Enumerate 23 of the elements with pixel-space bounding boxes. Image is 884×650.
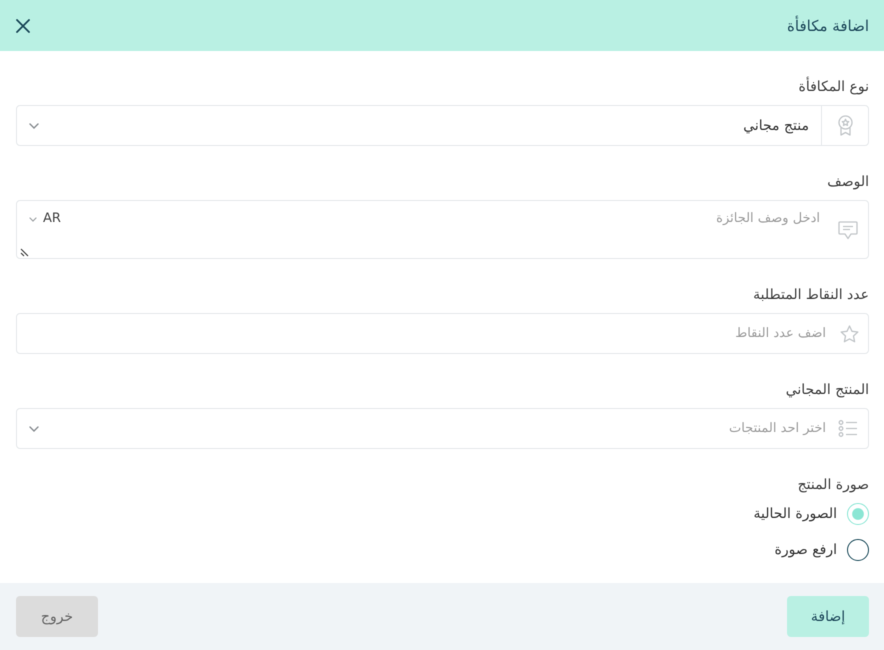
field-label: المنتج المجاني [784,381,869,400]
points-field[interactable]: اضف عدد النقاط [16,313,869,354]
radio-button[interactable] [847,539,869,561]
chevron-icon [29,426,39,432]
dialog-title: اضافة مكافأة [787,16,869,36]
comment-icon [838,221,858,240]
group-label: صورة المنتج [796,476,869,495]
medal-icon [836,115,854,136]
radio-label[interactable]: الصورة الحالية [753,504,837,524]
add-button[interactable]: إضافة [787,596,869,637]
chevron-icon [29,216,37,222]
list-icon [838,420,858,437]
field-label: عدد النقاط المتطلبة [752,286,869,305]
close-icon [16,18,30,32]
radio-label[interactable]: ارفع صورة [774,540,837,560]
field-label: نوع المكافأة [16,77,869,97]
resize-grip-icon [20,248,29,257]
star-icon [840,324,858,342]
reward-type-select[interactable]: منتج مجاني [16,105,869,146]
field-label: الوصف [826,173,869,192]
language-select[interactable]: AR [29,210,61,228]
exit-button[interactable]: خروج [16,596,98,637]
chevron-icon [29,122,39,128]
